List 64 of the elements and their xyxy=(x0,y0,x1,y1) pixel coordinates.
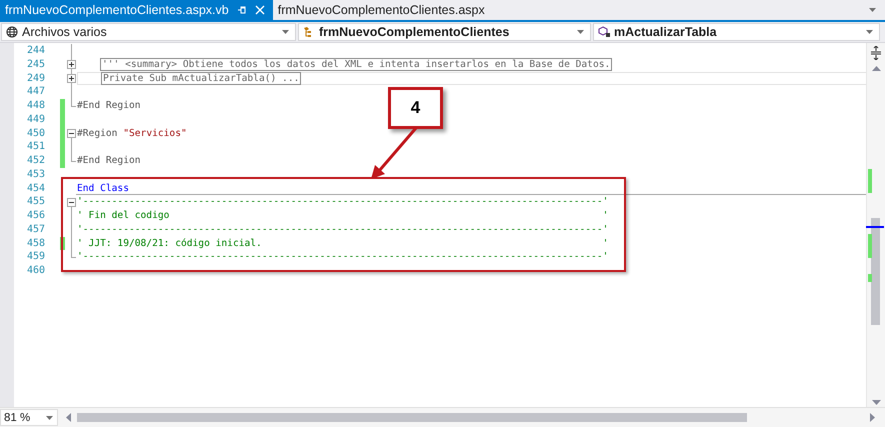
line-number: 450 xyxy=(26,126,45,140)
expand-icon[interactable] xyxy=(67,60,76,70)
document-tab[interactable]: frmNuevoComplementoClientes.aspx.vb xyxy=(0,0,273,20)
line-number: 456 xyxy=(26,209,45,223)
caret-position-marker xyxy=(866,226,884,228)
code-comment: ' JJT: 19/08/21: código inicial. ' xyxy=(77,236,608,250)
line-number: 455 xyxy=(26,195,45,209)
line-number: 459 xyxy=(26,250,45,264)
navigation-dropdown[interactable]: Archivos varios xyxy=(1,23,296,41)
scroll-left-icon[interactable] xyxy=(66,413,71,422)
collapsed-code[interactable]: Private Sub mActualizarTabla() ... xyxy=(101,72,302,85)
dropdown-value: mActualizarTabla xyxy=(614,25,717,39)
navigation-dropdown[interactable]: mActualizarTabla xyxy=(593,23,880,41)
scroll-down-icon[interactable] xyxy=(872,400,880,405)
caret-icon[interactable] xyxy=(866,30,874,34)
navigation-dropdown[interactable]: frmNuevoComplementoClientes xyxy=(298,23,591,41)
dropdown-value: Archivos varios xyxy=(22,25,107,39)
caret-icon[interactable] xyxy=(577,30,585,34)
zoom-dropdown[interactable]: 81 % xyxy=(0,409,58,426)
pin-icon[interactable] xyxy=(236,5,247,15)
expand-icon[interactable] xyxy=(67,74,76,83)
scroll-thumb[interactable] xyxy=(77,413,747,422)
line-number: 245 xyxy=(26,58,45,72)
code-string: "Servicios" xyxy=(123,126,187,140)
collapsed-code[interactable]: ''' <summary> Obtiene todos los datos del XML e intenta insertarlos en la Base de Datos. xyxy=(100,58,612,72)
globe-icon xyxy=(6,26,18,38)
change-marker xyxy=(868,274,872,282)
line-number: 244 xyxy=(26,44,45,58)
code-text: #End Region xyxy=(77,154,141,168)
splitter-icon[interactable] xyxy=(870,46,882,60)
line-number: 460 xyxy=(26,264,45,278)
line-number: 447 xyxy=(26,85,45,99)
callout-number: 4 xyxy=(388,87,443,129)
line-number: 452 xyxy=(26,154,45,168)
line-number: 453 xyxy=(26,168,45,182)
line-number: 249 xyxy=(26,72,45,86)
line-number: 458 xyxy=(26,236,45,250)
code-comment: '------------------------------------------------------------------------------------------' xyxy=(77,195,608,209)
zoom-value: 81 % xyxy=(4,412,30,424)
caret-icon[interactable] xyxy=(869,8,877,12)
collapse-icon[interactable] xyxy=(67,128,76,138)
cube-icon xyxy=(598,26,610,38)
code-text: #Region xyxy=(77,126,118,140)
collapse-icon[interactable] xyxy=(67,198,76,207)
code-comment: ' Fin del codigo ' xyxy=(77,209,608,223)
document-tab[interactable]: frmNuevoComplementoClientes.aspx xyxy=(272,0,491,20)
line-number: 454 xyxy=(26,182,45,196)
caret-icon[interactable] xyxy=(46,416,53,420)
scroll-right-icon[interactable] xyxy=(870,413,875,422)
line-number: 457 xyxy=(26,222,45,236)
change-marker xyxy=(868,169,872,193)
dropdown-value: frmNuevoComplementoClientes xyxy=(319,25,510,39)
change-marker xyxy=(868,234,872,258)
line-number: 448 xyxy=(26,99,45,113)
code-comment: '------------------------------------------------------------------------------------------' xyxy=(77,222,608,236)
caret-icon[interactable] xyxy=(282,30,290,34)
scroll-thumb[interactable] xyxy=(871,218,880,325)
code-keyword: End Class xyxy=(77,182,129,196)
line-number: 451 xyxy=(26,140,45,154)
code-comment: '------------------------------------------------------------------------------------------' xyxy=(77,250,608,264)
close-icon[interactable] xyxy=(254,5,265,15)
scroll-up-icon[interactable] xyxy=(872,66,880,71)
code-text: #End Region xyxy=(77,99,141,113)
line-number: 449 xyxy=(26,112,45,126)
